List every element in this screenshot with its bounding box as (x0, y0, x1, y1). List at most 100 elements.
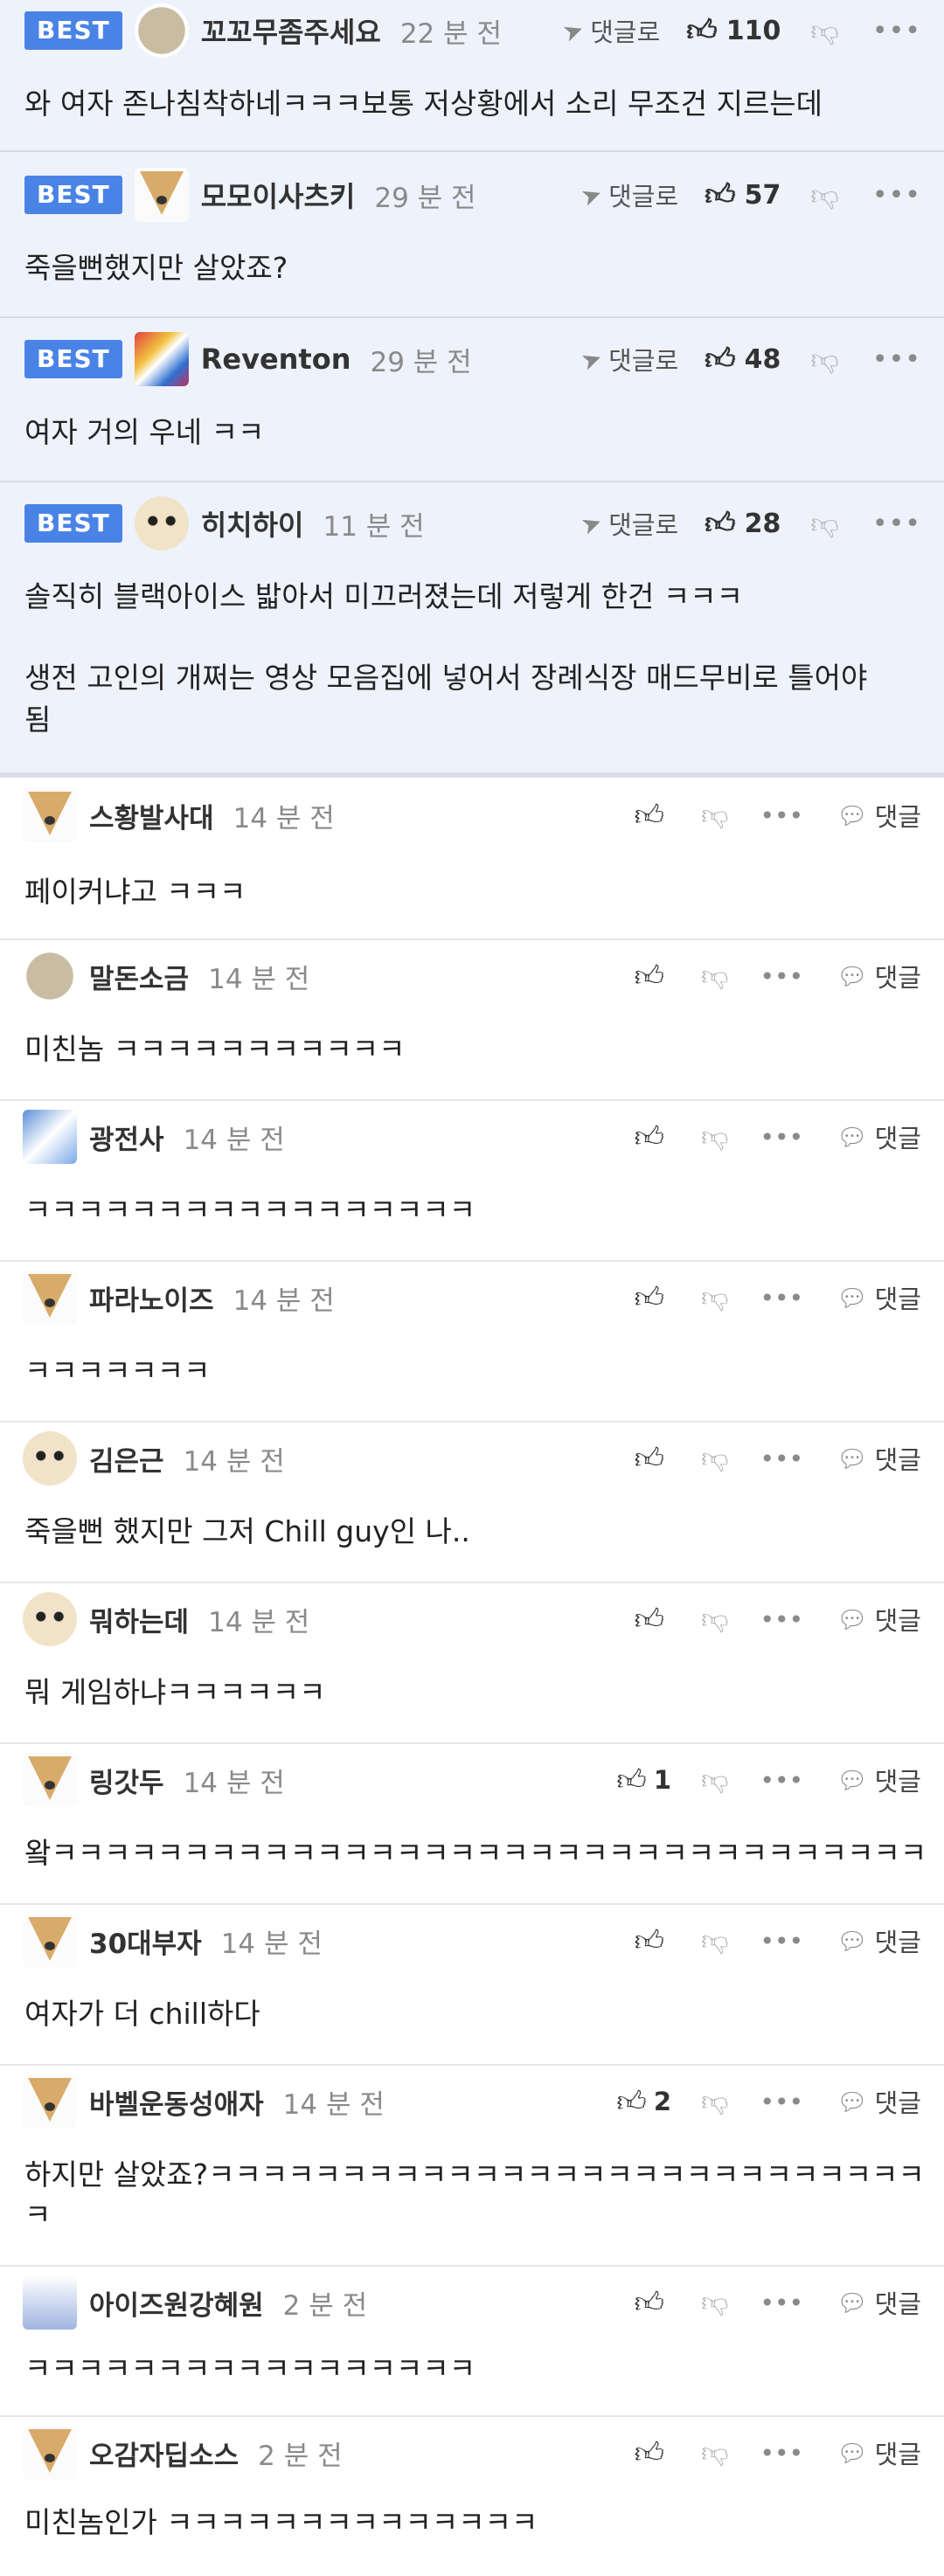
thumbs-down-icon[interactable]: 👎︎ (701, 1764, 728, 1797)
nickname[interactable]: 김은근 (89, 1439, 164, 1478)
avatar[interactable] (134, 496, 189, 551)
reply-button[interactable]: 💬︎ 댓글 (836, 2083, 921, 2120)
nickname[interactable]: 링갓두 (89, 1761, 164, 1800)
nickname[interactable]: 히치하이 (201, 503, 304, 544)
nickname[interactable]: 꼬꼬무좀주세요 (201, 10, 381, 51)
like-button[interactable]: 👍︎ 48 (705, 342, 781, 377)
thumbs-down-icon[interactable]: 👎︎ (810, 343, 838, 377)
like-button[interactable]: 👍︎ (635, 2435, 672, 2470)
like-button[interactable]: 👍︎ (635, 959, 672, 994)
nickname[interactable]: 바벨운동성애자 (89, 2082, 264, 2122)
avatar[interactable] (23, 1110, 77, 1164)
more-icon[interactable]: ••• (760, 2439, 804, 2468)
more-icon[interactable]: ••• (760, 2289, 804, 2317)
more-icon[interactable]: ••• (760, 962, 804, 991)
like-button[interactable]: 👍︎ 1 (616, 1762, 671, 1797)
avatar[interactable] (23, 788, 77, 842)
like-button[interactable]: 👍︎ 28 (705, 506, 781, 542)
reply-button[interactable]: 💬︎ 댓글 (836, 1440, 921, 1477)
comment-actions: 👍︎ 1 👎︎ ••• 💬︎ 댓글 (616, 1749, 921, 1811)
thumbs-down-icon[interactable]: 👎︎ (701, 1603, 728, 1636)
avatar[interactable] (23, 1431, 77, 1485)
reply-button[interactable]: ➤ 댓글로 (577, 505, 678, 542)
nickname[interactable]: 파라노이즈 (89, 1278, 214, 1318)
nickname[interactable]: 오감자딥소스 (89, 2434, 239, 2473)
reply-button[interactable]: 💬︎ 댓글 (836, 1762, 921, 1798)
avatar[interactable] (23, 2275, 77, 2330)
thumbs-down-icon[interactable]: 👎︎ (701, 960, 728, 993)
reply-button[interactable]: 💬︎ 댓글 (836, 2434, 921, 2471)
chat-bubble-icon: 💬︎ (836, 800, 868, 830)
avatar[interactable] (134, 332, 189, 386)
best-comment: BEST 꼬꼬무좀주세요 22 분 전 ➤ 댓글로 👍︎ 110 👎︎ ••• 와 … (0, 0, 944, 152)
nickname[interactable]: 말돈소금 (89, 957, 189, 996)
more-icon[interactable]: ••• (872, 16, 921, 46)
reply-button[interactable]: 💬︎ 댓글 (836, 1601, 921, 1638)
avatar[interactable] (134, 3, 189, 58)
comment-actions: 👍︎ 👎︎ ••• 💬︎ 댓글 (635, 1428, 921, 1489)
reply-button[interactable]: 💬︎ 댓글 (836, 2284, 921, 2321)
more-icon[interactable]: ••• (760, 1444, 804, 1473)
like-button[interactable]: 👍︎ (635, 1923, 672, 1958)
comment-meta: BEST Reventon 29 분 전 (24, 329, 472, 390)
nickname[interactable]: Reventon (201, 343, 351, 376)
like-button[interactable]: 👍︎ (635, 2285, 672, 2320)
more-icon[interactable]: ••• (872, 180, 921, 211)
like-button[interactable]: 👍︎ (635, 1280, 672, 1315)
thumbs-down-icon[interactable]: 👎︎ (701, 2086, 728, 2118)
comment-meta: 김은근 14 분 전 (23, 1428, 285, 1489)
nickname[interactable]: 광전사 (89, 1118, 164, 1157)
like-button[interactable]: 👍︎ (635, 1602, 672, 1637)
avatar[interactable] (23, 2074, 77, 2129)
nickname[interactable]: 스황발사대 (89, 796, 214, 835)
like-button[interactable]: 👍︎ 2 (616, 2084, 671, 2119)
avatar[interactable] (23, 949, 77, 1003)
reply-button[interactable]: ➤ 댓글로 (559, 12, 660, 49)
nickname[interactable]: 30대부자 (89, 1922, 202, 1961)
more-icon[interactable]: ••• (760, 801, 804, 830)
comment-meta: 바벨운동성애자 14 분 전 (23, 2071, 385, 2132)
more-icon[interactable]: ••• (760, 2088, 804, 2116)
thumbs-down-icon[interactable]: 👎︎ (701, 1925, 728, 1957)
reply-button[interactable]: 💬︎ 댓글 (836, 1118, 921, 1155)
avatar[interactable] (23, 1753, 77, 1807)
nickname[interactable]: 뭐하는데 (89, 1600, 189, 1639)
nickname[interactable]: 모모이사츠키 (201, 175, 356, 215)
like-button[interactable]: 👍︎ (635, 1119, 672, 1154)
reply-button[interactable]: ➤ 댓글로 (577, 341, 678, 377)
more-icon[interactable]: ••• (760, 1123, 804, 1152)
thumbs-down-icon[interactable]: 👎︎ (701, 800, 728, 832)
more-icon[interactable]: ••• (760, 1605, 804, 1634)
avatar[interactable] (23, 2426, 77, 2480)
avatar[interactable] (23, 1914, 77, 1968)
reply-button[interactable]: 💬︎ 댓글 (836, 1279, 921, 1316)
like-button[interactable]: 👍︎ (635, 1441, 672, 1476)
avatar[interactable] (23, 1592, 77, 1646)
reply-button[interactable]: ➤ 댓글로 (577, 177, 678, 213)
thumbs-down-icon[interactable]: 👎︎ (810, 14, 838, 48)
more-icon[interactable]: ••• (760, 1766, 804, 1795)
like-button[interactable]: 👍︎ 110 (686, 13, 781, 49)
more-icon[interactable]: ••• (760, 1927, 804, 1956)
thumbs-down-icon[interactable]: 👎︎ (701, 2287, 728, 2319)
thumbs-down-icon[interactable]: 👎︎ (701, 1443, 728, 1475)
like-button[interactable]: 👍︎ 57 (705, 177, 781, 213)
thumbs-down-icon[interactable]: 👎︎ (810, 178, 838, 212)
reply-button[interactable]: 💬︎ 댓글 (836, 797, 921, 834)
like-button[interactable]: 👍︎ (635, 798, 672, 833)
reply-button[interactable]: 💬︎ 댓글 (836, 958, 921, 994)
more-icon[interactable]: ••• (872, 509, 921, 539)
nickname[interactable]: 아이즈원강혜원 (89, 2283, 264, 2323)
reply-button[interactable]: 💬︎ 댓글 (836, 1922, 921, 1959)
comment-item: 바벨운동성애자 14 분 전 👍︎ 2 👎︎ ••• 💬︎ 댓글 하지만 살았죠?ㅋ… (0, 2066, 944, 2267)
thumbs-down-icon[interactable]: 👎︎ (810, 507, 838, 541)
more-icon[interactable]: ••• (872, 344, 921, 375)
thumbs-down-icon[interactable]: 👎︎ (701, 1282, 728, 1314)
avatar[interactable] (23, 1271, 77, 1325)
thumbs-down-icon[interactable]: 👎︎ (701, 1121, 728, 1153)
chat-bubble-icon: 💬︎ (836, 2438, 868, 2468)
comment-actions: 👍︎ 👎︎ ••• 💬︎ 댓글 (635, 945, 921, 1007)
more-icon[interactable]: ••• (760, 1284, 804, 1312)
thumbs-down-icon[interactable]: 👎︎ (701, 2437, 728, 2469)
avatar[interactable] (134, 168, 189, 222)
